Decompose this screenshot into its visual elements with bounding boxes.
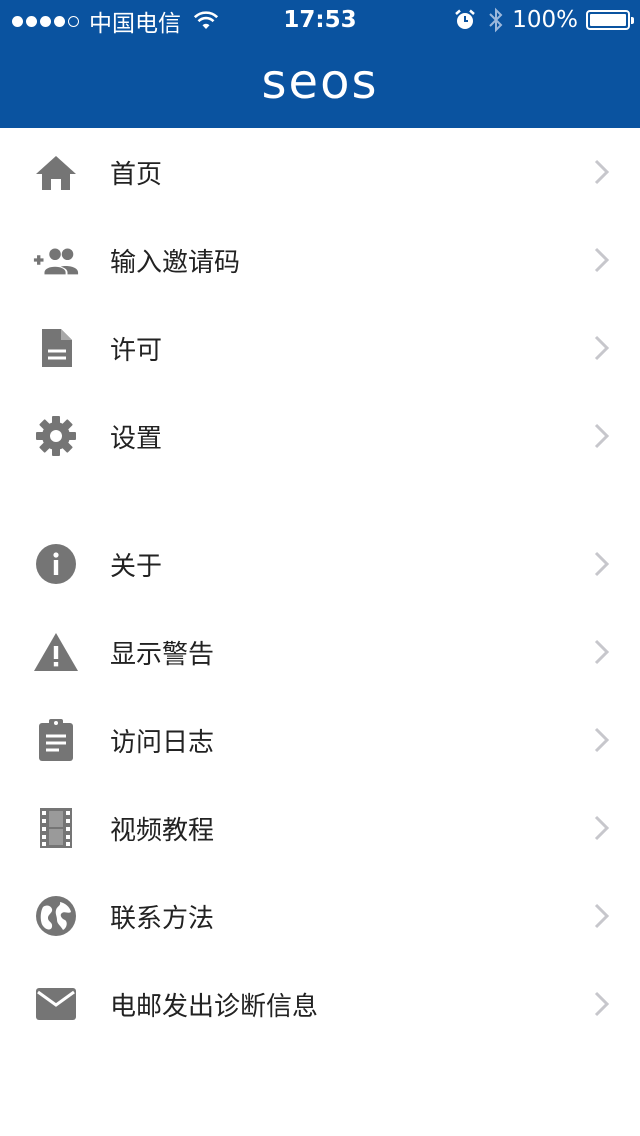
- globe-icon: [32, 894, 80, 938]
- menu-item-label: 显示警告: [110, 639, 215, 670]
- chevron-right-icon: [594, 247, 610, 273]
- chevron-right-icon: [594, 815, 610, 841]
- battery-percentage: 100%: [512, 7, 578, 33]
- menu-item-enter-invitation-code[interactable]: 输入邀请码: [0, 216, 640, 304]
- chevron-right-icon: [594, 423, 610, 449]
- menu-item-label: 首页: [110, 159, 163, 190]
- chevron-right-icon: [594, 903, 610, 929]
- menu-item-video-tutorials[interactable]: 视频教程: [0, 784, 640, 872]
- home-icon: [32, 150, 80, 194]
- app-header: 中国电信 17:53 100% seos: [0, 0, 640, 128]
- add-person-icon: [32, 238, 80, 282]
- info-icon: [32, 542, 80, 586]
- chevron-right-icon: [594, 727, 610, 753]
- menu-item-show-warnings[interactable]: 显示警告: [0, 608, 640, 696]
- alarm-icon: [455, 9, 476, 29]
- menu-item-access-log[interactable]: 访问日志: [0, 696, 640, 784]
- menu-item-about[interactable]: 关于: [0, 520, 640, 608]
- warning-icon: [32, 630, 80, 674]
- chevron-right-icon: [594, 159, 610, 185]
- clipboard-icon: [32, 718, 80, 762]
- battery-icon: [586, 10, 634, 30]
- status-bar: 中国电信 17:53 100%: [0, 0, 640, 40]
- bluetooth-icon: [489, 7, 503, 33]
- document-icon: [32, 326, 80, 370]
- menu-item-license[interactable]: 许可: [0, 304, 640, 392]
- menu-item-home[interactable]: 首页: [0, 128, 640, 216]
- gear-icon: [32, 414, 80, 458]
- chevron-right-icon: [594, 551, 610, 577]
- menu-item-label: 访问日志: [110, 727, 215, 758]
- menu-item-label: 设置: [110, 423, 163, 454]
- menu-item-label: 电邮发出诊断信息: [110, 991, 319, 1022]
- app-logo: seos: [261, 54, 379, 110]
- menu-item-contact-methods[interactable]: 联系方法: [0, 872, 640, 960]
- menu-item-label: 联系方法: [110, 903, 215, 934]
- menu-item-label: 许可: [110, 335, 163, 366]
- chevron-right-icon: [594, 639, 610, 665]
- chevron-right-icon: [594, 991, 610, 1017]
- chevron-right-icon: [594, 335, 610, 361]
- menu-group-separator: [0, 480, 640, 520]
- menu-item-label: 关于: [110, 551, 163, 582]
- side-menu: 首页 输入邀请码 许可 设置 关于 显示警告 访问日志 视频教程 联系方法 电邮…: [0, 128, 640, 1048]
- menu-item-settings[interactable]: 设置: [0, 392, 640, 480]
- menu-item-email-diagnostics[interactable]: 电邮发出诊断信息: [0, 960, 640, 1048]
- film-icon: [32, 806, 80, 850]
- menu-item-label: 输入邀请码: [110, 247, 241, 278]
- mail-icon: [32, 982, 80, 1026]
- menu-item-label: 视频教程: [110, 815, 215, 846]
